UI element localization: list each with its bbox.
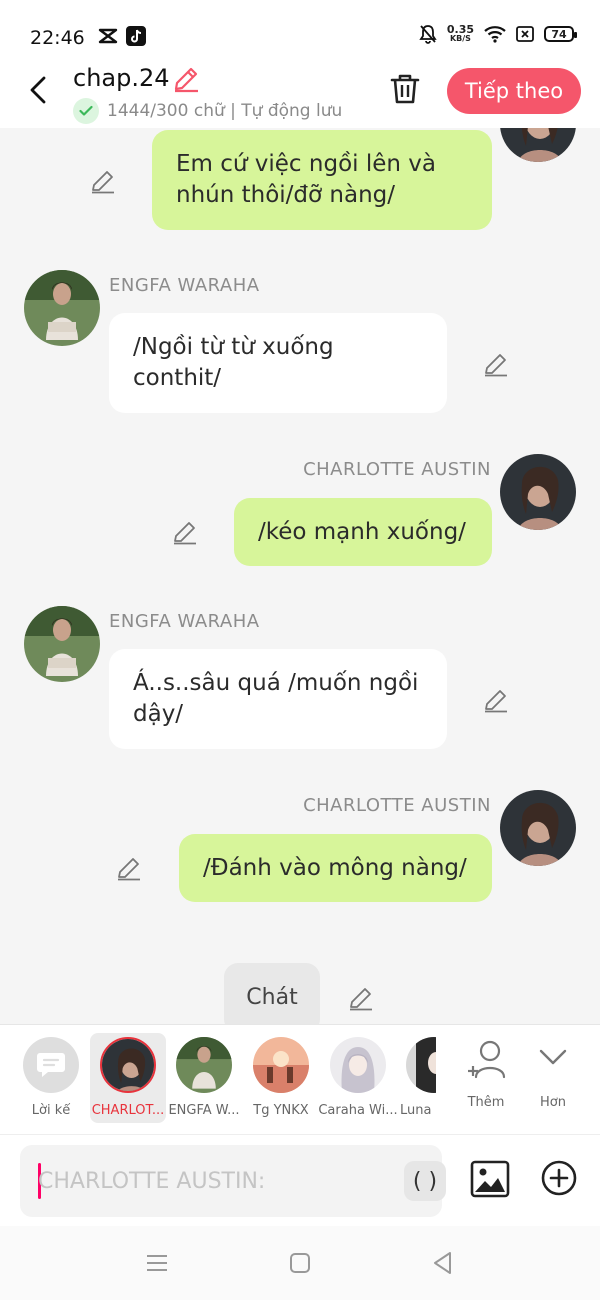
edit-message-button[interactable] bbox=[172, 519, 198, 545]
net-speed: 0.35 KB/S bbox=[446, 23, 474, 43]
pencil-icon bbox=[174, 522, 196, 545]
trash-icon bbox=[390, 74, 420, 104]
speaker-name: CHARLOTTE AUSTIN bbox=[303, 459, 491, 480]
image-icon bbox=[470, 1160, 510, 1198]
action-paren-button[interactable]: ( ) bbox=[404, 1161, 446, 1201]
chevron-down-icon bbox=[539, 1049, 567, 1065]
chevron-left-icon bbox=[30, 76, 46, 104]
chapter-title[interactable]: chap.24 bbox=[73, 64, 170, 92]
more-label: Hơn bbox=[540, 1095, 566, 1110]
message-bubble[interactable]: /Ngồi từ từ xuống conthit/ bbox=[109, 313, 447, 413]
pencil-icon bbox=[485, 690, 507, 713]
edit-message-button[interactable] bbox=[116, 855, 142, 881]
battery-indicator: 74 bbox=[544, 26, 577, 42]
edit-message-button[interactable] bbox=[90, 168, 116, 194]
editor-header: chap.24 1444/300 chữ | Tự động lưu Tiếp … bbox=[0, 62, 600, 128]
save-status-text: 1444/300 chữ | Tự động lưu bbox=[107, 101, 343, 121]
input-bar: CHARLOTTE AUSTIN: ( ) bbox=[0, 1134, 600, 1226]
bell-off-icon bbox=[419, 25, 437, 44]
speaker-name: ENGFA WARAHA bbox=[109, 611, 260, 632]
avatar bbox=[100, 1037, 156, 1093]
back-button[interactable] bbox=[22, 74, 54, 106]
avatar bbox=[176, 1037, 232, 1093]
avatar bbox=[330, 1037, 386, 1093]
input-placeholder: CHARLOTTE AUSTIN: bbox=[38, 1169, 266, 1194]
avatar bbox=[406, 1037, 436, 1093]
pencil-icon bbox=[485, 354, 507, 377]
character-name: ENGFA W... bbox=[168, 1103, 240, 1118]
wifi-icon bbox=[484, 26, 506, 43]
pencil-icon bbox=[118, 858, 140, 881]
avatar-engfa[interactable] bbox=[24, 270, 100, 346]
character-charlotte[interactable]: CHARLOT... bbox=[90, 1033, 166, 1123]
edit-title-button[interactable] bbox=[172, 65, 200, 97]
status-left-icons bbox=[98, 26, 146, 46]
capcut-icon bbox=[98, 28, 118, 44]
character-name: CHARLOT... bbox=[91, 1103, 165, 1118]
tiktok-icon bbox=[126, 26, 146, 46]
edit-narration-button[interactable] bbox=[348, 985, 374, 1011]
pencil-icon bbox=[174, 67, 198, 93]
system-nav-bar bbox=[0, 1226, 600, 1300]
plus-circle-icon bbox=[541, 1160, 577, 1196]
character-luna[interactable]: Luna bbox=[396, 1033, 436, 1123]
insert-image-button[interactable] bbox=[470, 1159, 510, 1199]
net-speed-unit: KB/S bbox=[449, 34, 471, 43]
menu-icon bbox=[147, 1255, 167, 1271]
avatar-charlotte[interactable] bbox=[500, 454, 576, 530]
character-narration[interactable]: Lời kể bbox=[13, 1033, 89, 1123]
nav-back-button[interactable] bbox=[430, 1250, 456, 1276]
avatar-engfa[interactable] bbox=[24, 606, 100, 682]
character-engfa[interactable]: ENGFA W... bbox=[166, 1033, 242, 1123]
edit-message-button[interactable] bbox=[483, 687, 509, 713]
sim-icon bbox=[516, 26, 534, 42]
home-square-icon bbox=[290, 1253, 310, 1273]
character-name: Tg YNKX bbox=[253, 1103, 309, 1118]
nav-home-button[interactable] bbox=[287, 1250, 313, 1276]
message-bubble[interactable]: Á..s..sâu quá /muốn ngồi dậy/ bbox=[109, 649, 447, 749]
character-name: Luna bbox=[400, 1103, 432, 1118]
status-right: 0.35 KB/S 74 bbox=[419, 23, 577, 44]
chat-area[interactable]: Em cứ việc ngồi lên và nhún thôi/đỡ nàng… bbox=[0, 128, 600, 1024]
message-bubble[interactable]: /Đánh vào mông nàng/ bbox=[179, 834, 492, 902]
speaker-name: CHARLOTTE AUSTIN bbox=[303, 795, 491, 816]
add-button[interactable] bbox=[540, 1159, 578, 1197]
back-triangle-icon bbox=[434, 1252, 451, 1274]
save-status: 1444/300 chữ | Tự động lưu bbox=[73, 98, 342, 124]
check-icon bbox=[73, 98, 99, 124]
narration-icon bbox=[23, 1037, 79, 1093]
nav-menu-button[interactable] bbox=[144, 1250, 170, 1276]
character-name: Lời kể bbox=[31, 1103, 71, 1118]
avatar-charlotte[interactable] bbox=[500, 790, 576, 866]
avatar-charlotte[interactable] bbox=[500, 128, 576, 162]
status-time: 22:46 bbox=[30, 27, 85, 49]
avatar bbox=[253, 1037, 309, 1093]
message-bubble[interactable]: Em cứ việc ngồi lên và nhún thôi/đỡ nàng… bbox=[152, 130, 492, 230]
character-caraha[interactable]: Caraha Wi... bbox=[318, 1033, 398, 1123]
add-user-icon bbox=[468, 1040, 506, 1079]
narration-bubble[interactable]: Chát bbox=[224, 963, 320, 1024]
status-bar: 22:46 0.35 KB/S 74 bbox=[0, 0, 600, 62]
pencil-icon bbox=[92, 171, 114, 194]
edit-message-button[interactable] bbox=[483, 351, 509, 377]
next-button[interactable]: Tiếp theo bbox=[447, 68, 581, 114]
message-bubble[interactable]: /kéo mạnh xuống/ bbox=[234, 498, 492, 566]
app-root: 22:46 0.35 KB/S 74 chap.24 1444/300 chữ … bbox=[0, 0, 600, 1300]
speaker-name: ENGFA WARAHA bbox=[109, 275, 260, 296]
character-tg-ynkx[interactable]: Tg YNKX bbox=[243, 1033, 319, 1123]
delete-button[interactable] bbox=[388, 72, 422, 106]
message-input[interactable]: CHARLOTTE AUSTIN: ( ) bbox=[20, 1145, 446, 1217]
net-speed-value: 0.35 bbox=[446, 23, 474, 36]
more-button[interactable]: Hơn bbox=[515, 1033, 591, 1123]
pencil-icon bbox=[350, 988, 372, 1011]
character-bar: Lời kể CHARLOT... ENGFA W... Tg YNKX Car… bbox=[0, 1024, 600, 1134]
character-name: Caraha Wi... bbox=[318, 1103, 398, 1118]
